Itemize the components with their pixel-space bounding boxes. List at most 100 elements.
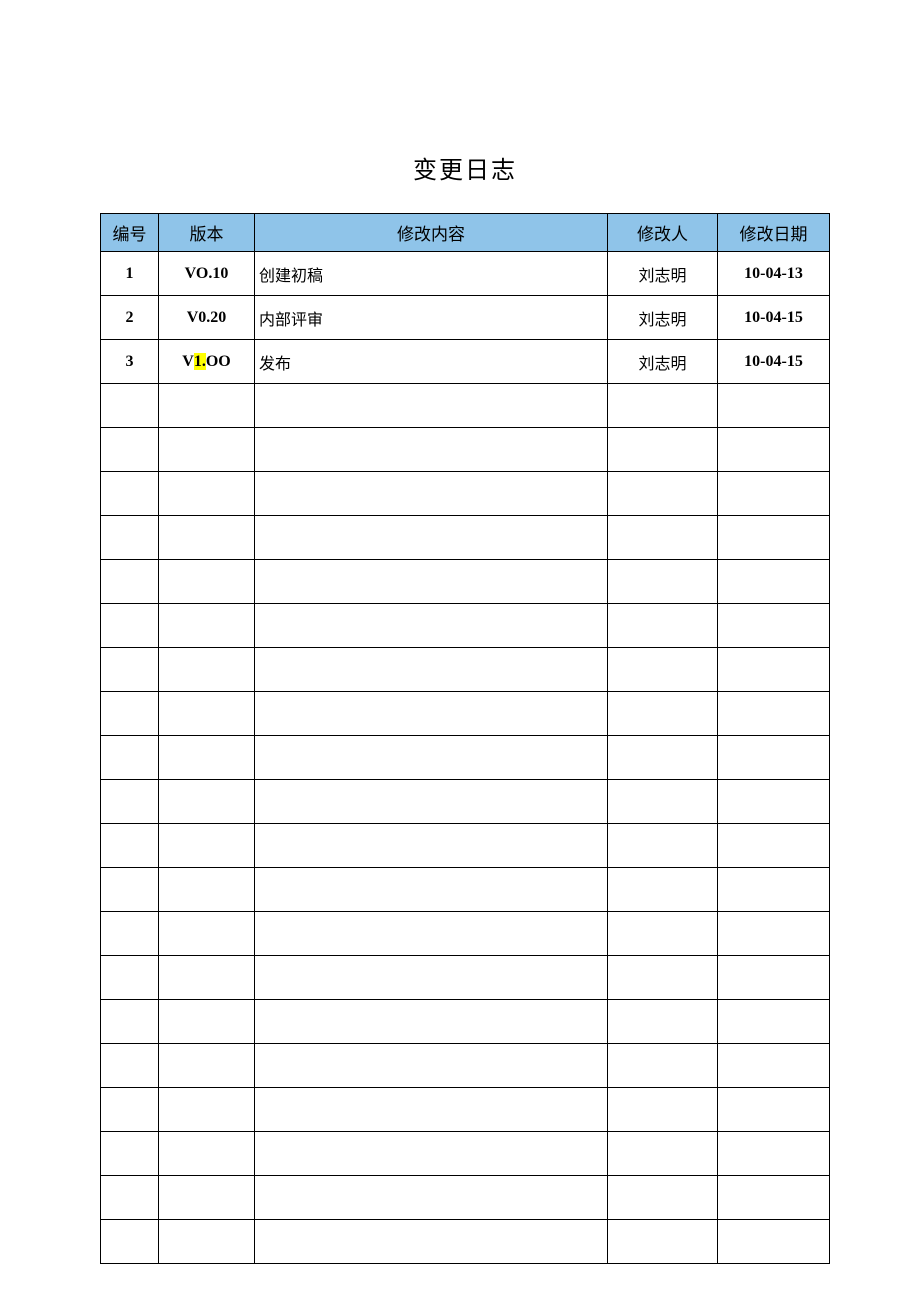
cell-date — [718, 560, 830, 604]
table-row — [101, 736, 830, 780]
cell-version — [159, 560, 255, 604]
table-header-row: 编号 版本 修改内容 修改人 修改日期 — [101, 214, 830, 252]
cell-date — [718, 648, 830, 692]
cell-date — [718, 516, 830, 560]
cell-version — [159, 1220, 255, 1264]
cell-author: 刘志明 — [608, 296, 718, 340]
cell-version — [159, 384, 255, 428]
table-row — [101, 780, 830, 824]
cell-content: 创建初稿 — [255, 252, 608, 296]
cell-author — [608, 1132, 718, 1176]
cell-content — [255, 1044, 608, 1088]
cell-date — [718, 824, 830, 868]
header-version: 版本 — [159, 214, 255, 252]
cell-author — [608, 912, 718, 956]
cell-id — [101, 1132, 159, 1176]
cell-date — [718, 736, 830, 780]
header-author: 修改人 — [608, 214, 718, 252]
cell-content — [255, 428, 608, 472]
cell-version — [159, 912, 255, 956]
cell-author — [608, 560, 718, 604]
cell-author — [608, 1176, 718, 1220]
cell-content — [255, 560, 608, 604]
cell-version — [159, 1176, 255, 1220]
cell-id — [101, 560, 159, 604]
cell-content — [255, 1176, 608, 1220]
cell-id — [101, 956, 159, 1000]
cell-content — [255, 912, 608, 956]
cell-author — [608, 1220, 718, 1264]
cell-author — [608, 1044, 718, 1088]
cell-version — [159, 1132, 255, 1176]
cell-author — [608, 868, 718, 912]
cell-id — [101, 516, 159, 560]
cell-date — [718, 1044, 830, 1088]
cell-content — [255, 956, 608, 1000]
cell-id — [101, 692, 159, 736]
cell-content — [255, 604, 608, 648]
cell-id — [101, 648, 159, 692]
cell-date — [718, 1088, 830, 1132]
cell-content — [255, 1132, 608, 1176]
cell-id — [101, 824, 159, 868]
cell-version — [159, 604, 255, 648]
cell-content — [255, 1220, 608, 1264]
cell-author — [608, 428, 718, 472]
table-row — [101, 472, 830, 516]
cell-version — [159, 780, 255, 824]
cell-content: 内部评审 — [255, 296, 608, 340]
cell-content — [255, 472, 608, 516]
cell-author — [608, 1088, 718, 1132]
cell-date — [718, 692, 830, 736]
cell-author — [608, 472, 718, 516]
cell-author — [608, 956, 718, 1000]
cell-content — [255, 1088, 608, 1132]
cell-date — [718, 956, 830, 1000]
header-id: 编号 — [101, 214, 159, 252]
cell-id — [101, 1220, 159, 1264]
cell-id — [101, 1044, 159, 1088]
cell-author — [608, 384, 718, 428]
cell-author — [608, 824, 718, 868]
table-row — [101, 648, 830, 692]
table-row — [101, 384, 830, 428]
cell-date — [718, 780, 830, 824]
cell-id — [101, 1176, 159, 1220]
cell-date: 10-04-13 — [718, 252, 830, 296]
cell-content — [255, 516, 608, 560]
table-row — [101, 1088, 830, 1132]
cell-date — [718, 472, 830, 516]
cell-author: 刘志明 — [608, 340, 718, 384]
cell-id — [101, 384, 159, 428]
table-row — [101, 1044, 830, 1088]
cell-version: V0.20 — [159, 296, 255, 340]
cell-version — [159, 1044, 255, 1088]
cell-date — [718, 1176, 830, 1220]
cell-author — [608, 736, 718, 780]
cell-content — [255, 736, 608, 780]
cell-author — [608, 648, 718, 692]
header-date: 修改日期 — [718, 214, 830, 252]
table-row: 2V0.20内部评审刘志明10-04-15 — [101, 296, 830, 340]
changelog-table: 编号 版本 修改内容 修改人 修改日期 1VO.10创建初稿刘志明10-04-1… — [100, 213, 830, 1264]
table-row — [101, 516, 830, 560]
cell-version — [159, 428, 255, 472]
cell-id — [101, 780, 159, 824]
cell-date — [718, 604, 830, 648]
cell-id — [101, 472, 159, 516]
table-row — [101, 1220, 830, 1264]
cell-date: 10-04-15 — [718, 296, 830, 340]
cell-id — [101, 428, 159, 472]
cell-version: V1.OO — [159, 340, 255, 384]
table-row: 1VO.10创建初稿刘志明10-04-13 — [101, 252, 830, 296]
cell-version — [159, 1000, 255, 1044]
cell-id — [101, 1000, 159, 1044]
cell-id — [101, 912, 159, 956]
cell-version — [159, 1088, 255, 1132]
cell-content — [255, 692, 608, 736]
table-row — [101, 1176, 830, 1220]
cell-date: 10-04-15 — [718, 340, 830, 384]
cell-date — [718, 1000, 830, 1044]
table-row — [101, 428, 830, 472]
header-content: 修改内容 — [255, 214, 608, 252]
